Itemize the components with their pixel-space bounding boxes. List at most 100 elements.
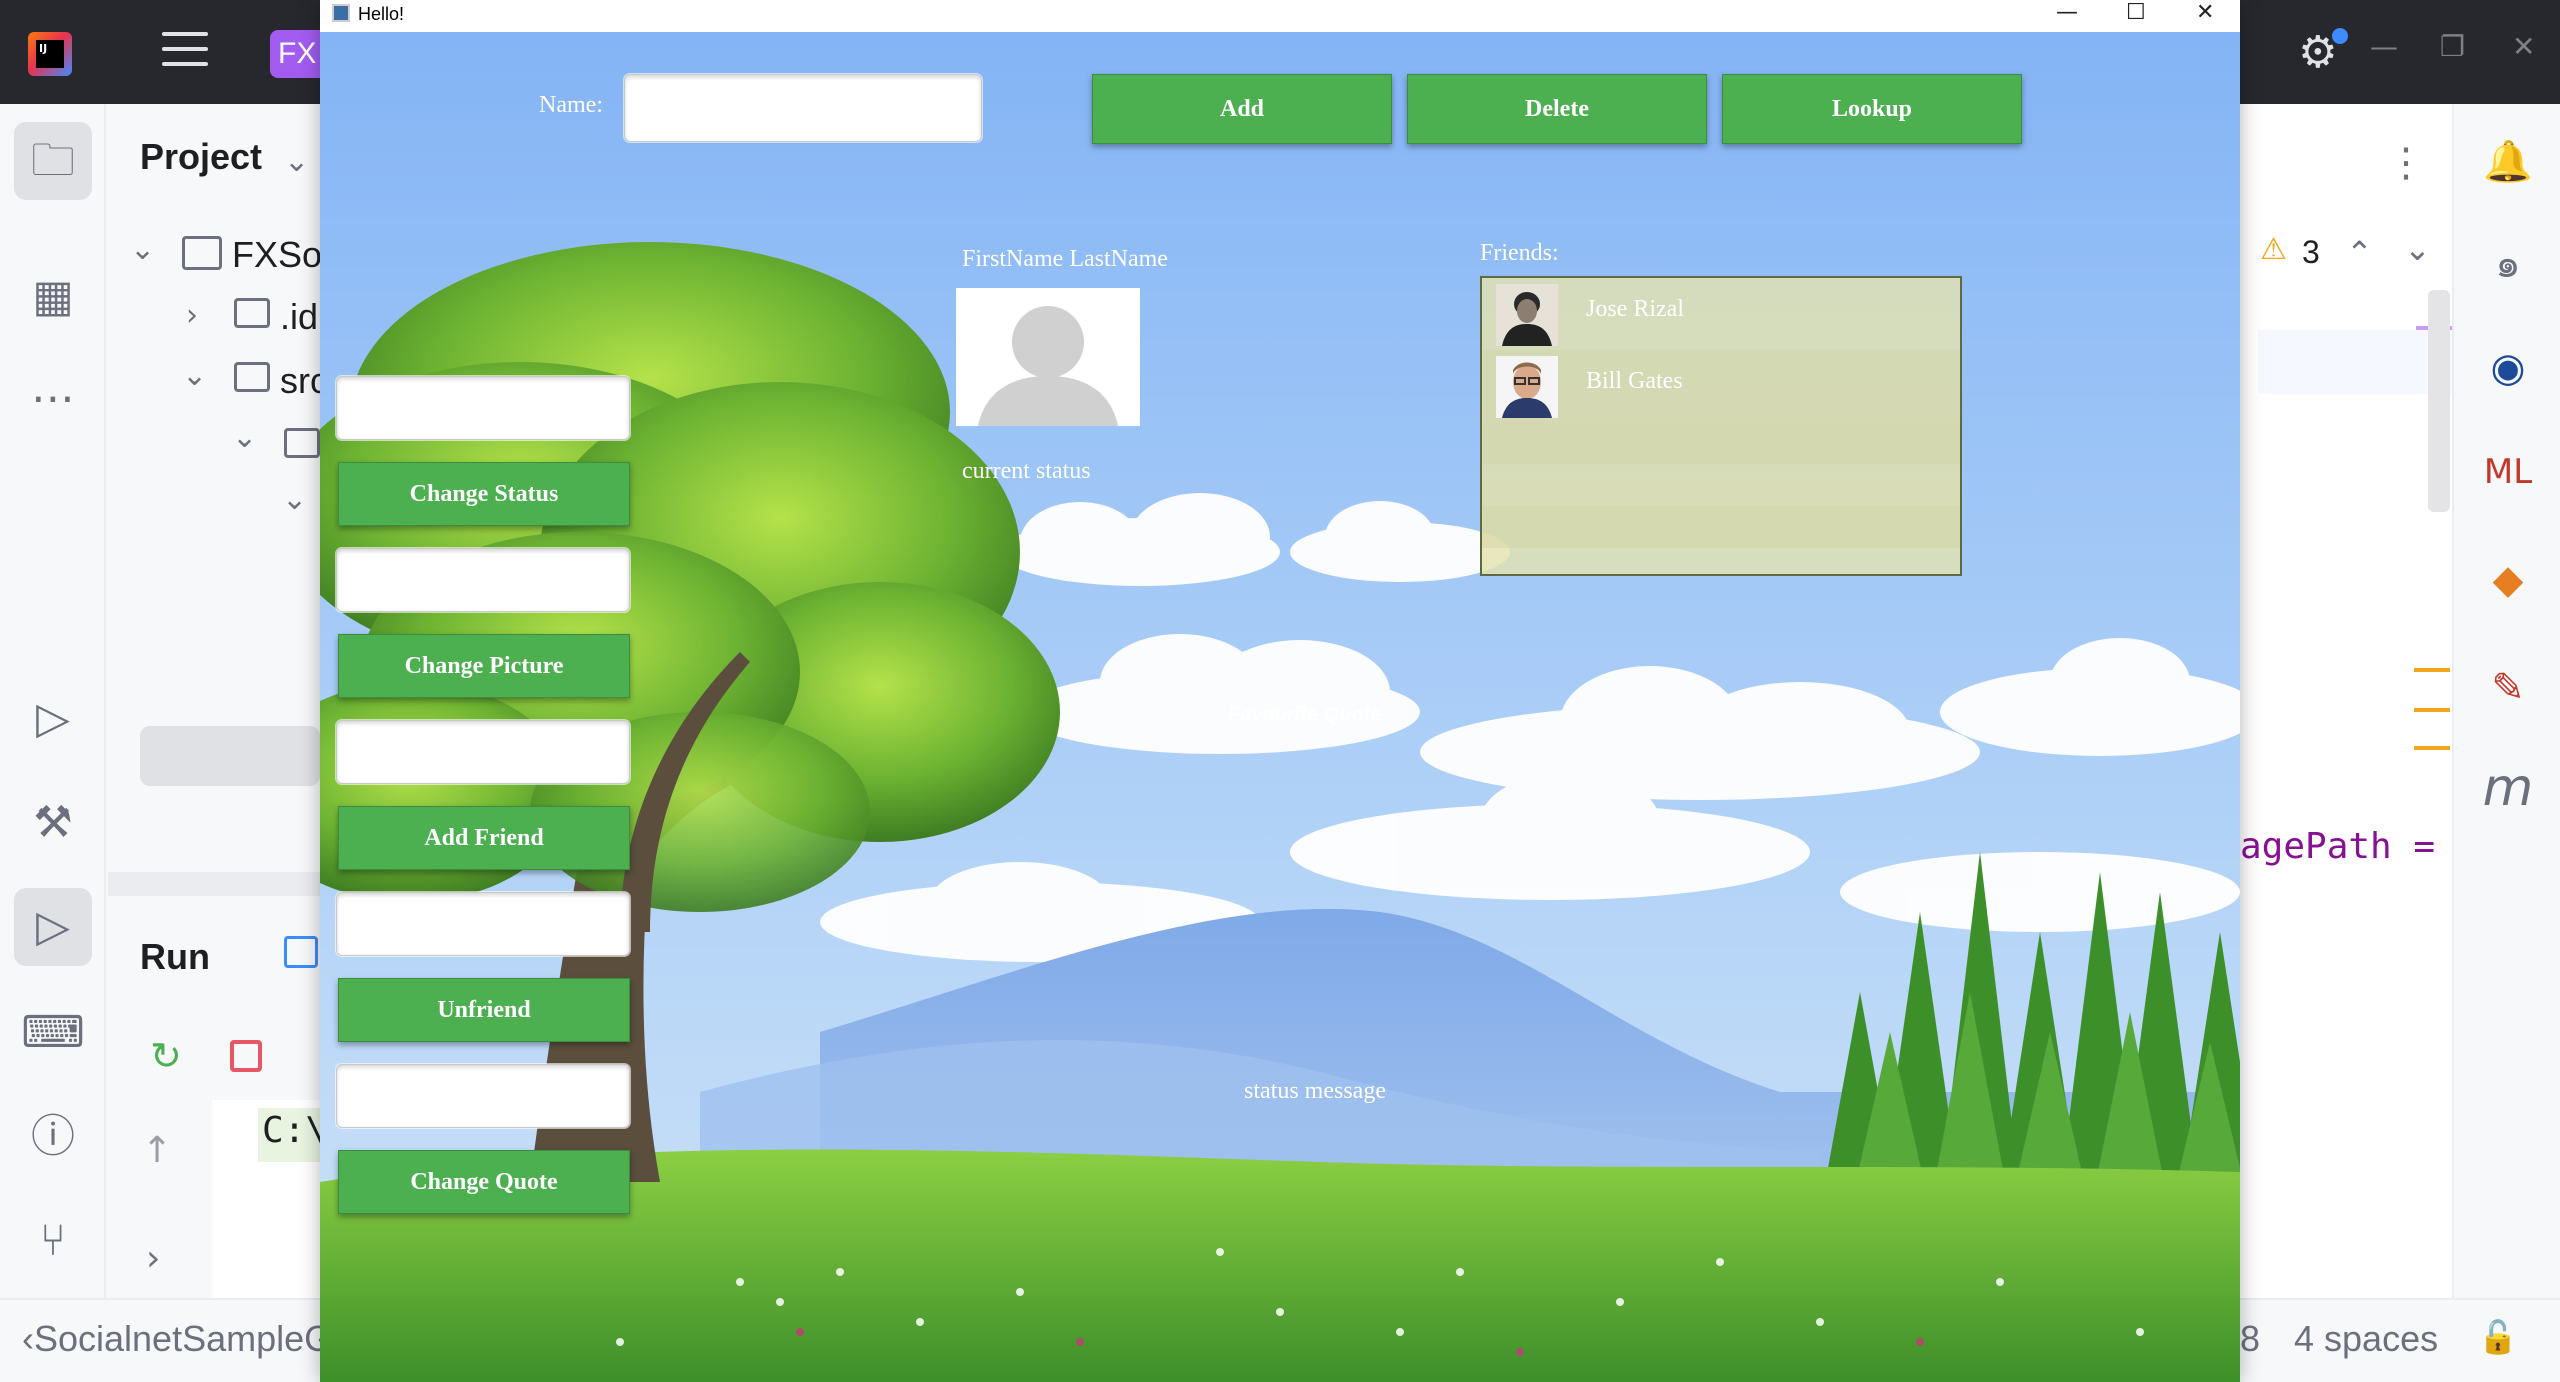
expand-chevron-icon[interactable]: › [146,1238,160,1279]
editor-scrollbar[interactable] [2428,290,2450,512]
run-tab-icon[interactable] [284,936,318,968]
app-window: Hello! — ☐ ✕ Name: Add Delete Lookup Fir… [320,0,2240,1382]
friend-name: Bill Gates [1586,368,1683,394]
change-quote-button[interactable]: Change Quote [338,1150,630,1214]
picture-input[interactable] [336,548,630,612]
maven-m-icon[interactable]: m [2476,756,2540,820]
folder-icon [284,428,320,458]
warning-stripe-mark[interactable] [2414,668,2450,672]
tree-expand-icon[interactable]: ⌄ [182,358,207,393]
friend-portrait-icon [1496,284,1558,346]
hamburger-menu-icon[interactable] [162,32,208,72]
git-branch-icon[interactable]: ⑂ [14,1202,92,1280]
lookup-button[interactable]: Lookup [1722,74,2022,144]
friends-label: Friends: [1480,240,1559,266]
folder-icon [234,362,270,392]
warning-icon[interactable]: ⚠ [2260,232,2287,267]
friends-list[interactable]: Jose Rizal Bill Gates [1480,276,1962,576]
markdown-ml-icon[interactable]: ML [2476,440,2540,504]
more-options-icon[interactable]: ⋮ [2386,140,2426,186]
next-highlight-icon[interactable]: ⌄ [2404,230,2431,268]
status-breadcrumb[interactable]: ‹SocialnetSampleG [22,1318,332,1360]
run-tool-icon[interactable]: ▷ [14,888,92,966]
prev-highlight-icon[interactable]: ⌃ [2346,234,2373,272]
panel-separator [108,872,320,896]
scrollbar-thumb[interactable] [140,726,320,786]
list-empty-row [1482,506,1960,548]
folder-icon [234,298,270,328]
change-status-button[interactable]: Change Status [338,462,630,526]
structure-icon[interactable]: ▦ [14,258,92,336]
warning-stripe-mark[interactable] [2414,746,2450,750]
app-titlebar[interactable] [320,0,2240,32]
favourite-quote: Favourite Quote [1228,704,1382,726]
tree-expand-icon[interactable]: ⌄ [130,232,155,267]
current-status: current status [962,458,1091,484]
app-maximize-icon[interactable]: ☐ [2126,0,2146,25]
list-empty-row [1482,422,1960,464]
ide-close-icon[interactable]: ✕ [2512,30,2535,63]
notifications-bell-icon[interactable]: 🔔 [2476,130,2540,194]
unfriend-input[interactable] [336,892,630,956]
editor-area [2240,104,2452,1298]
status-line-col[interactable]: 8 [2240,1318,2260,1360]
name-input[interactable] [624,74,982,142]
list-empty-row [1482,464,1960,506]
status-input[interactable] [336,376,630,440]
problems-icon[interactable]: ⓘ [14,1098,92,1176]
avatar-placeholder-icon [978,306,1118,426]
intellij-logo-text: IJ [36,40,64,68]
add-friend-button[interactable]: Add Friend [338,806,630,870]
rerun-icon[interactable]: ↻ [150,1034,182,1078]
tree-item[interactable]: .id [280,296,318,338]
module-folder-icon [182,236,222,270]
editor-current-line [2258,330,2452,394]
friend-input[interactable] [336,720,630,784]
ide-restore-icon[interactable]: ❐ [2440,30,2465,63]
status-message: status message [1244,1078,1386,1104]
friend-photo [1496,284,1558,346]
plugin-tools-icon[interactable]: ✎ [2476,656,2540,720]
tree-collapse-icon[interactable]: › [186,298,198,333]
console-output: C:\ [262,1110,328,1151]
run-config-icon[interactable]: ▷ [14,680,92,758]
code-fragment[interactable]: agePath = [2240,826,2435,867]
friend-row[interactable]: Jose Rizal [1482,278,1960,350]
stop-icon[interactable] [230,1040,262,1072]
change-picture-button[interactable]: Change Picture [338,634,630,698]
ide-minimize-icon[interactable]: — [2370,30,2398,63]
profile-picture [956,288,1140,426]
ai-assistant-icon[interactable]: ๑ [2476,232,2540,296]
chevron-down-icon[interactable]: ⌄ [284,144,309,179]
more-tools-icon[interactable]: ⋯ [14,360,92,438]
tree-expand-icon[interactable]: ⌄ [282,482,307,517]
scroll-up-arrow-icon[interactable]: ↑ [142,1130,172,1171]
java-app-icon [332,4,350,22]
friend-portrait-icon [1496,356,1558,418]
quote-input[interactable] [336,1064,630,1128]
app-window-title: Hello! [358,4,405,24]
add-button[interactable]: Add [1092,74,1392,144]
run-panel-title[interactable]: Run [140,936,210,978]
unfriend-button[interactable]: Unfriend [338,978,630,1042]
plugin-eye-icon[interactable]: ◉ [2476,336,2540,400]
build-hammer-icon[interactable]: ⚒ [14,784,92,862]
status-indent[interactable]: 4 spaces [2294,1318,2438,1360]
friend-photo [1496,356,1558,418]
friend-row[interactable]: Bill Gates [1482,350,1960,422]
lock-icon[interactable]: 🔓 [2478,1318,2518,1356]
profile-name: FirstName LastName [962,246,1168,272]
friend-name: Jose Rizal [1586,296,1684,322]
project-folder-icon[interactable]: 🗀 [14,122,92,200]
name-label: Name: [539,92,603,118]
warning-stripe-mark[interactable] [2414,708,2450,712]
project-panel-title[interactable]: Project [140,136,262,178]
plugin-cube-icon[interactable]: ◆ [2476,548,2540,612]
notification-dot [2332,28,2348,44]
delete-button[interactable]: Delete [1407,74,1707,144]
terminal-icon[interactable]: ⌨ [14,994,92,1072]
app-minimize-icon[interactable]: — [2056,0,2078,25]
tree-expand-icon[interactable]: ⌄ [232,420,257,455]
app-close-icon[interactable]: ✕ [2196,0,2214,25]
warning-count[interactable]: 3 [2302,234,2320,271]
